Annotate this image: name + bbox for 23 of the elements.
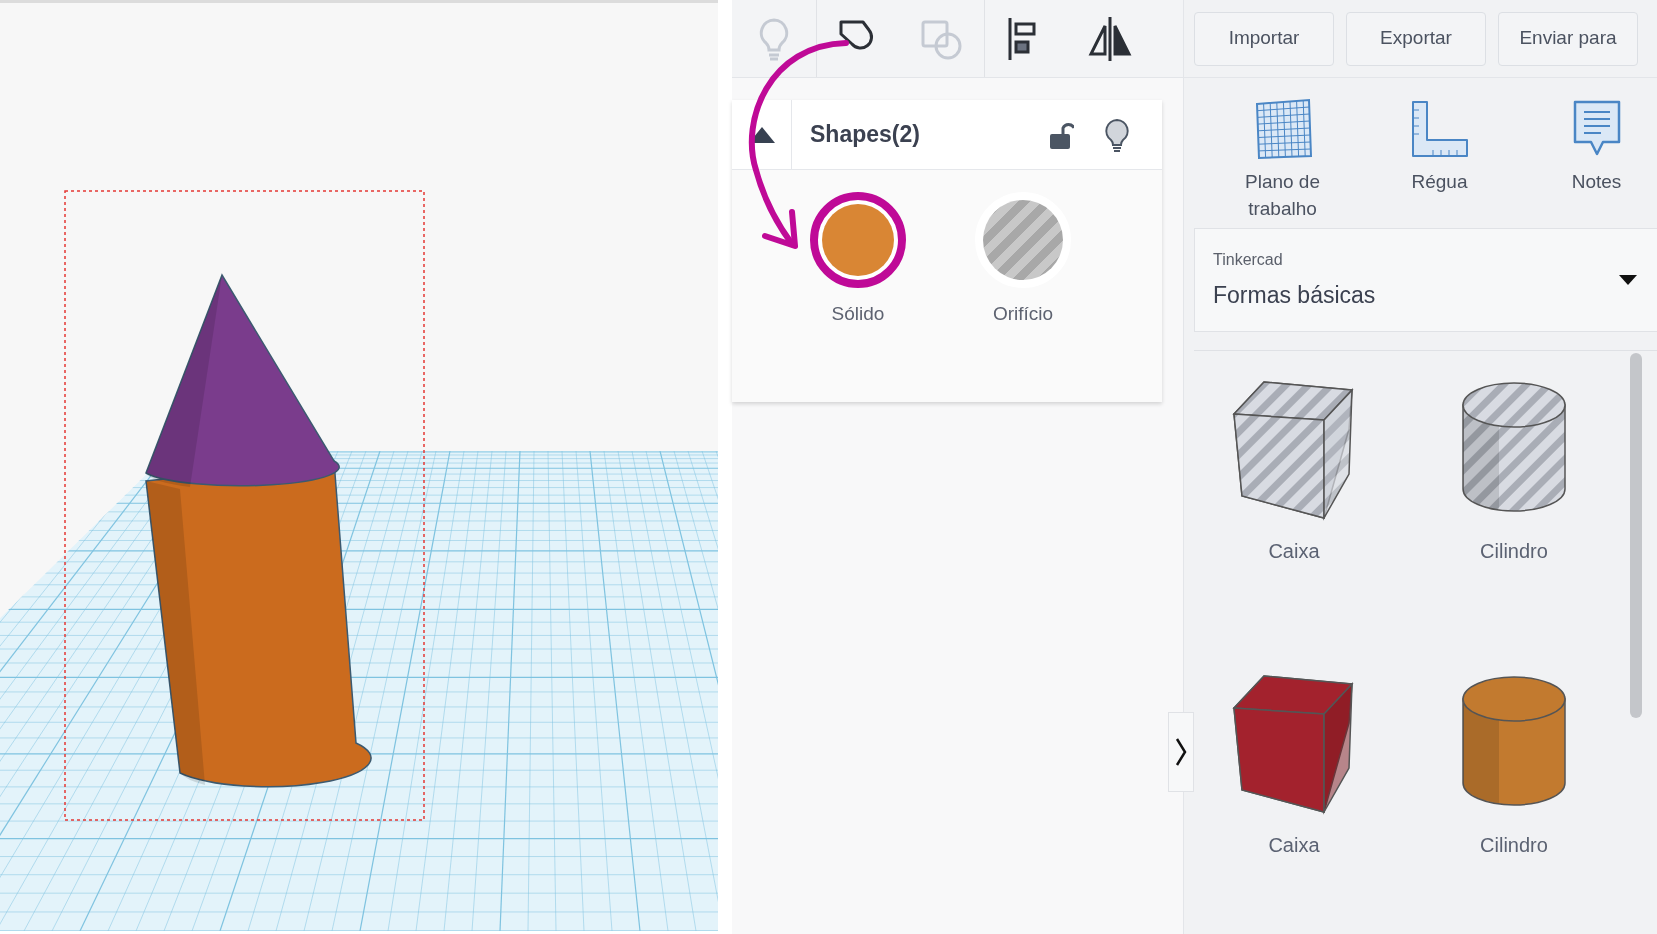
lightbulb-icon[interactable]: [1104, 117, 1130, 152]
toolbar-button[interactable]: Exportar: [1346, 11, 1486, 66]
panel-title: Shapes(2): [810, 120, 920, 150]
panel-tool-button[interactable]: Plano de trabalho: [1204, 98, 1361, 228]
shape-tile[interactable]: Cilindro: [1404, 371, 1624, 640]
shape-tile[interactable]: Caixa: [1184, 665, 1404, 934]
panel-tool-button[interactable]: Régua: [1361, 98, 1518, 228]
3d-viewport[interactable]: [0, 0, 718, 934]
dropdown-label: Tinkercad: [1213, 249, 1284, 270]
color-option[interactable]: Orifício: [963, 192, 1083, 329]
library-dropdown[interactable]: Tinkercad Formas básicas: [1194, 228, 1657, 332]
shape-tile[interactable]: Caixa: [1184, 371, 1404, 640]
panel-tool-button[interactable]: Notes: [1518, 98, 1657, 228]
dropdown-value: Formas básicas: [1213, 280, 1377, 310]
toolbar-button[interactable]: Importar: [1194, 11, 1334, 66]
caret-icon: [1619, 275, 1637, 285]
shape-tile[interactable]: Cilindro: [1404, 665, 1624, 934]
toolbar-button[interactable]: Enviar para: [1498, 11, 1638, 66]
collapse-tab[interactable]: [1168, 712, 1194, 792]
color-option[interactable]: Sólido: [798, 192, 918, 329]
scrollbar[interactable]: [1630, 353, 1642, 718]
pencil-model-drawing[interactable]: [145, 274, 372, 788]
chevron-right-icon: [1175, 737, 1187, 767]
